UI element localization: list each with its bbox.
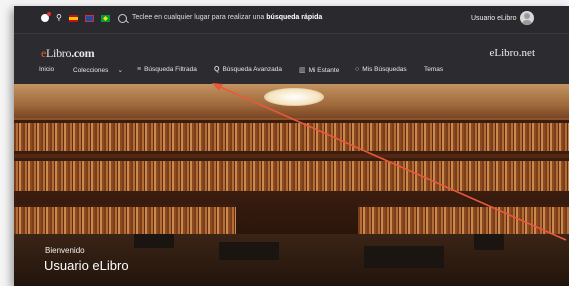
nav-item-busqueda-filtrada[interactable]: ≡ Búsqueda Filtrada <box>137 66 197 73</box>
nav-item-colecciones[interactable]: Colecciones ⌄ <box>73 66 124 75</box>
nav-label: Inicio <box>39 66 55 73</box>
bookshelf-row <box>14 120 569 154</box>
nav-label: Búsqueda Filtrada <box>144 66 197 73</box>
welcome-label: Bienvenido <box>45 246 85 255</box>
flag-en-icon[interactable] <box>84 14 94 22</box>
quick-search-prompt[interactable]: Teclee en cualquier lugar para realizar … <box>132 14 322 21</box>
elibro-net-brand[interactable]: eLibro.net <box>489 47 535 59</box>
bookshelf-row <box>14 158 569 194</box>
logo-com: .com <box>71 46 95 60</box>
notification-icon[interactable] <box>41 12 51 22</box>
nav-item-mis-busquedas[interactable]: ○ Mis Búsquedas <box>355 66 407 73</box>
skylight <box>264 88 324 106</box>
flag-pt-icon[interactable] <box>100 14 110 22</box>
nav-item-temas[interactable]: Temas <box>424 66 443 73</box>
reading-desk <box>134 234 174 248</box>
chevron-down-icon: ⌄ <box>117 67 124 74</box>
language-selector: ⚲ <box>41 12 110 22</box>
reading-desk <box>219 242 279 260</box>
quick-search-bold: búsqueda rápida <box>266 14 323 21</box>
logo-libro: Libro <box>46 46 72 60</box>
nav-label: Colecciones <box>73 66 109 74</box>
quick-search-text: Teclee en cualquier lugar para realizar … <box>132 14 265 21</box>
nav-item-busqueda-avanzada[interactable]: Q Búsqueda Avanzada <box>214 66 282 73</box>
search-icon[interactable] <box>118 14 127 23</box>
nav-item-mi-estante[interactable]: ▥ Mi Estante <box>299 66 340 75</box>
top-bar: ⚲ Teclee en cualquier lugar para realiza… <box>14 6 569 34</box>
hero-banner <box>14 84 569 286</box>
flag-es-icon[interactable] <box>68 14 78 22</box>
avatar[interactable] <box>520 11 534 25</box>
user-name[interactable]: Usuario eLibro <box>471 15 517 22</box>
nav-label: Mi Estante <box>308 66 340 74</box>
reading-desk <box>364 246 444 268</box>
brand-bar: eLibro.com eLibro.net <box>14 34 569 64</box>
reading-desk <box>474 234 504 250</box>
welcome-user-name: Usuario eLibro <box>44 258 129 273</box>
bookshelf-icon: ▥ <box>299 67 306 74</box>
nav-item-inicio[interactable]: Inicio <box>39 66 54 73</box>
search-icon: Q <box>214 66 220 73</box>
main-nav: Inicio Colecciones ⌄ ≡ Búsqueda Filtrada… <box>14 64 569 84</box>
browser-frame: ⚲ Teclee en cualquier lugar para realiza… <box>14 6 569 286</box>
elibro-logo[interactable]: eLibro.com <box>41 46 95 61</box>
search-history-icon: ○ <box>355 66 360 73</box>
nav-label: Temas <box>424 66 444 73</box>
filter-icon: ≡ <box>137 66 142 73</box>
nav-label: Búsqueda Avanzada <box>222 66 282 73</box>
nav-label: Mis Búsquedas <box>362 66 407 73</box>
link-icon[interactable]: ⚲ <box>56 14 62 22</box>
